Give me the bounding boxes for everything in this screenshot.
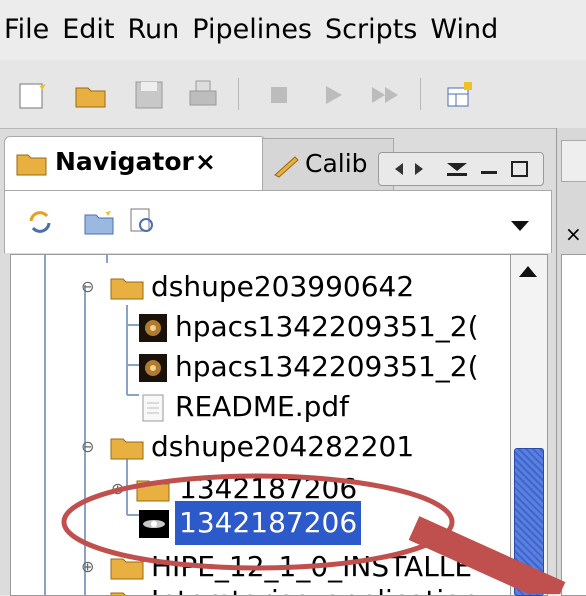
run-all-icon[interactable]: [368, 78, 402, 112]
galaxy-image-icon: [139, 510, 169, 538]
navigator-tree: ⊖ dshupe203990642 hpacs1342209351_2( hpa…: [10, 254, 512, 596]
expand-icon[interactable]: ⊕: [81, 579, 94, 595]
new-project-icon[interactable]: [16, 78, 50, 112]
tree-row-label: dshupe204282201: [151, 430, 415, 463]
view-menu-dropdown-icon[interactable]: [509, 219, 531, 233]
stop-icon[interactable]: [262, 78, 296, 112]
tab-navigator[interactable]: Navigator ×: [4, 136, 266, 191]
folder-open-icon: [110, 438, 144, 460]
scroll-up-icon[interactable]: [517, 263, 539, 279]
tree-row-label: hpacs1342209351_2(: [175, 310, 479, 343]
maximize-icon[interactable]: [507, 159, 533, 179]
collapse-icon[interactable]: ⊖: [81, 425, 94, 469]
collapse-icon[interactable]: ⊖: [81, 265, 94, 309]
minimize-icon[interactable]: [477, 159, 501, 179]
tree-row-label: Interstarise_application: [151, 579, 479, 595]
tree-row-label: hpacs1342209351_2(: [175, 350, 479, 383]
window-icon[interactable]: [444, 78, 478, 112]
tab-calib[interactable]: Calib: [262, 138, 394, 191]
view-menu-icon[interactable]: [443, 159, 473, 179]
folder-icon: [136, 480, 170, 502]
save-icon[interactable]: [132, 78, 166, 112]
tab-navigator-label: Navigator: [55, 147, 194, 176]
scrollbar-thumb[interactable]: [514, 448, 544, 596]
tab-calib-label: Calib: [305, 149, 368, 178]
document-icon: [142, 394, 164, 422]
folder-icon: [110, 592, 126, 595]
menu-file[interactable]: File: [4, 14, 49, 45]
folder-icon: [110, 558, 144, 580]
menu-window[interactable]: Wind: [430, 14, 498, 45]
calibration-icon: [274, 156, 299, 178]
toolbar-separator: [238, 78, 239, 110]
toolbar-separator: [420, 78, 421, 110]
toolbar: [0, 60, 586, 130]
right-editor-panel: ×: [556, 128, 586, 596]
print-icon[interactable]: [186, 78, 220, 112]
folder-open-icon: [110, 278, 144, 300]
menu-pipelines[interactable]: Pipelines: [192, 14, 312, 45]
filter-icon[interactable]: [127, 205, 159, 237]
view-controls: [378, 152, 544, 186]
editor-tab[interactable]: [561, 140, 586, 182]
close-icon[interactable]: ×: [565, 222, 582, 246]
tree-row-label: 1342187206: [175, 501, 362, 545]
expand-icon[interactable]: ⊕: [111, 467, 124, 511]
navigator-view-toolbar: [4, 190, 552, 253]
tab-scroll-arrows-icon[interactable]: [389, 159, 431, 179]
menu-bar: File Edit Run Pipelines Scripts Wind: [0, 0, 586, 60]
menu-scripts[interactable]: Scripts: [325, 14, 417, 45]
galaxy-image-icon: [139, 354, 167, 382]
tree-row-label: README.pdf: [175, 390, 350, 423]
new-folder-icon[interactable]: [83, 205, 115, 237]
tree-row-label: dshupe203990642: [151, 270, 415, 303]
run-icon[interactable]: [316, 78, 350, 112]
galaxy-image-icon: [139, 314, 167, 342]
open-folder-icon[interactable]: [74, 78, 108, 112]
close-icon[interactable]: ×: [195, 137, 216, 187]
menu-run[interactable]: Run: [127, 14, 179, 45]
menu-edit[interactable]: Edit: [62, 14, 114, 45]
folder-icon: [16, 154, 47, 176]
editor-area[interactable]: [561, 254, 586, 596]
sync-icon[interactable]: [25, 207, 55, 237]
